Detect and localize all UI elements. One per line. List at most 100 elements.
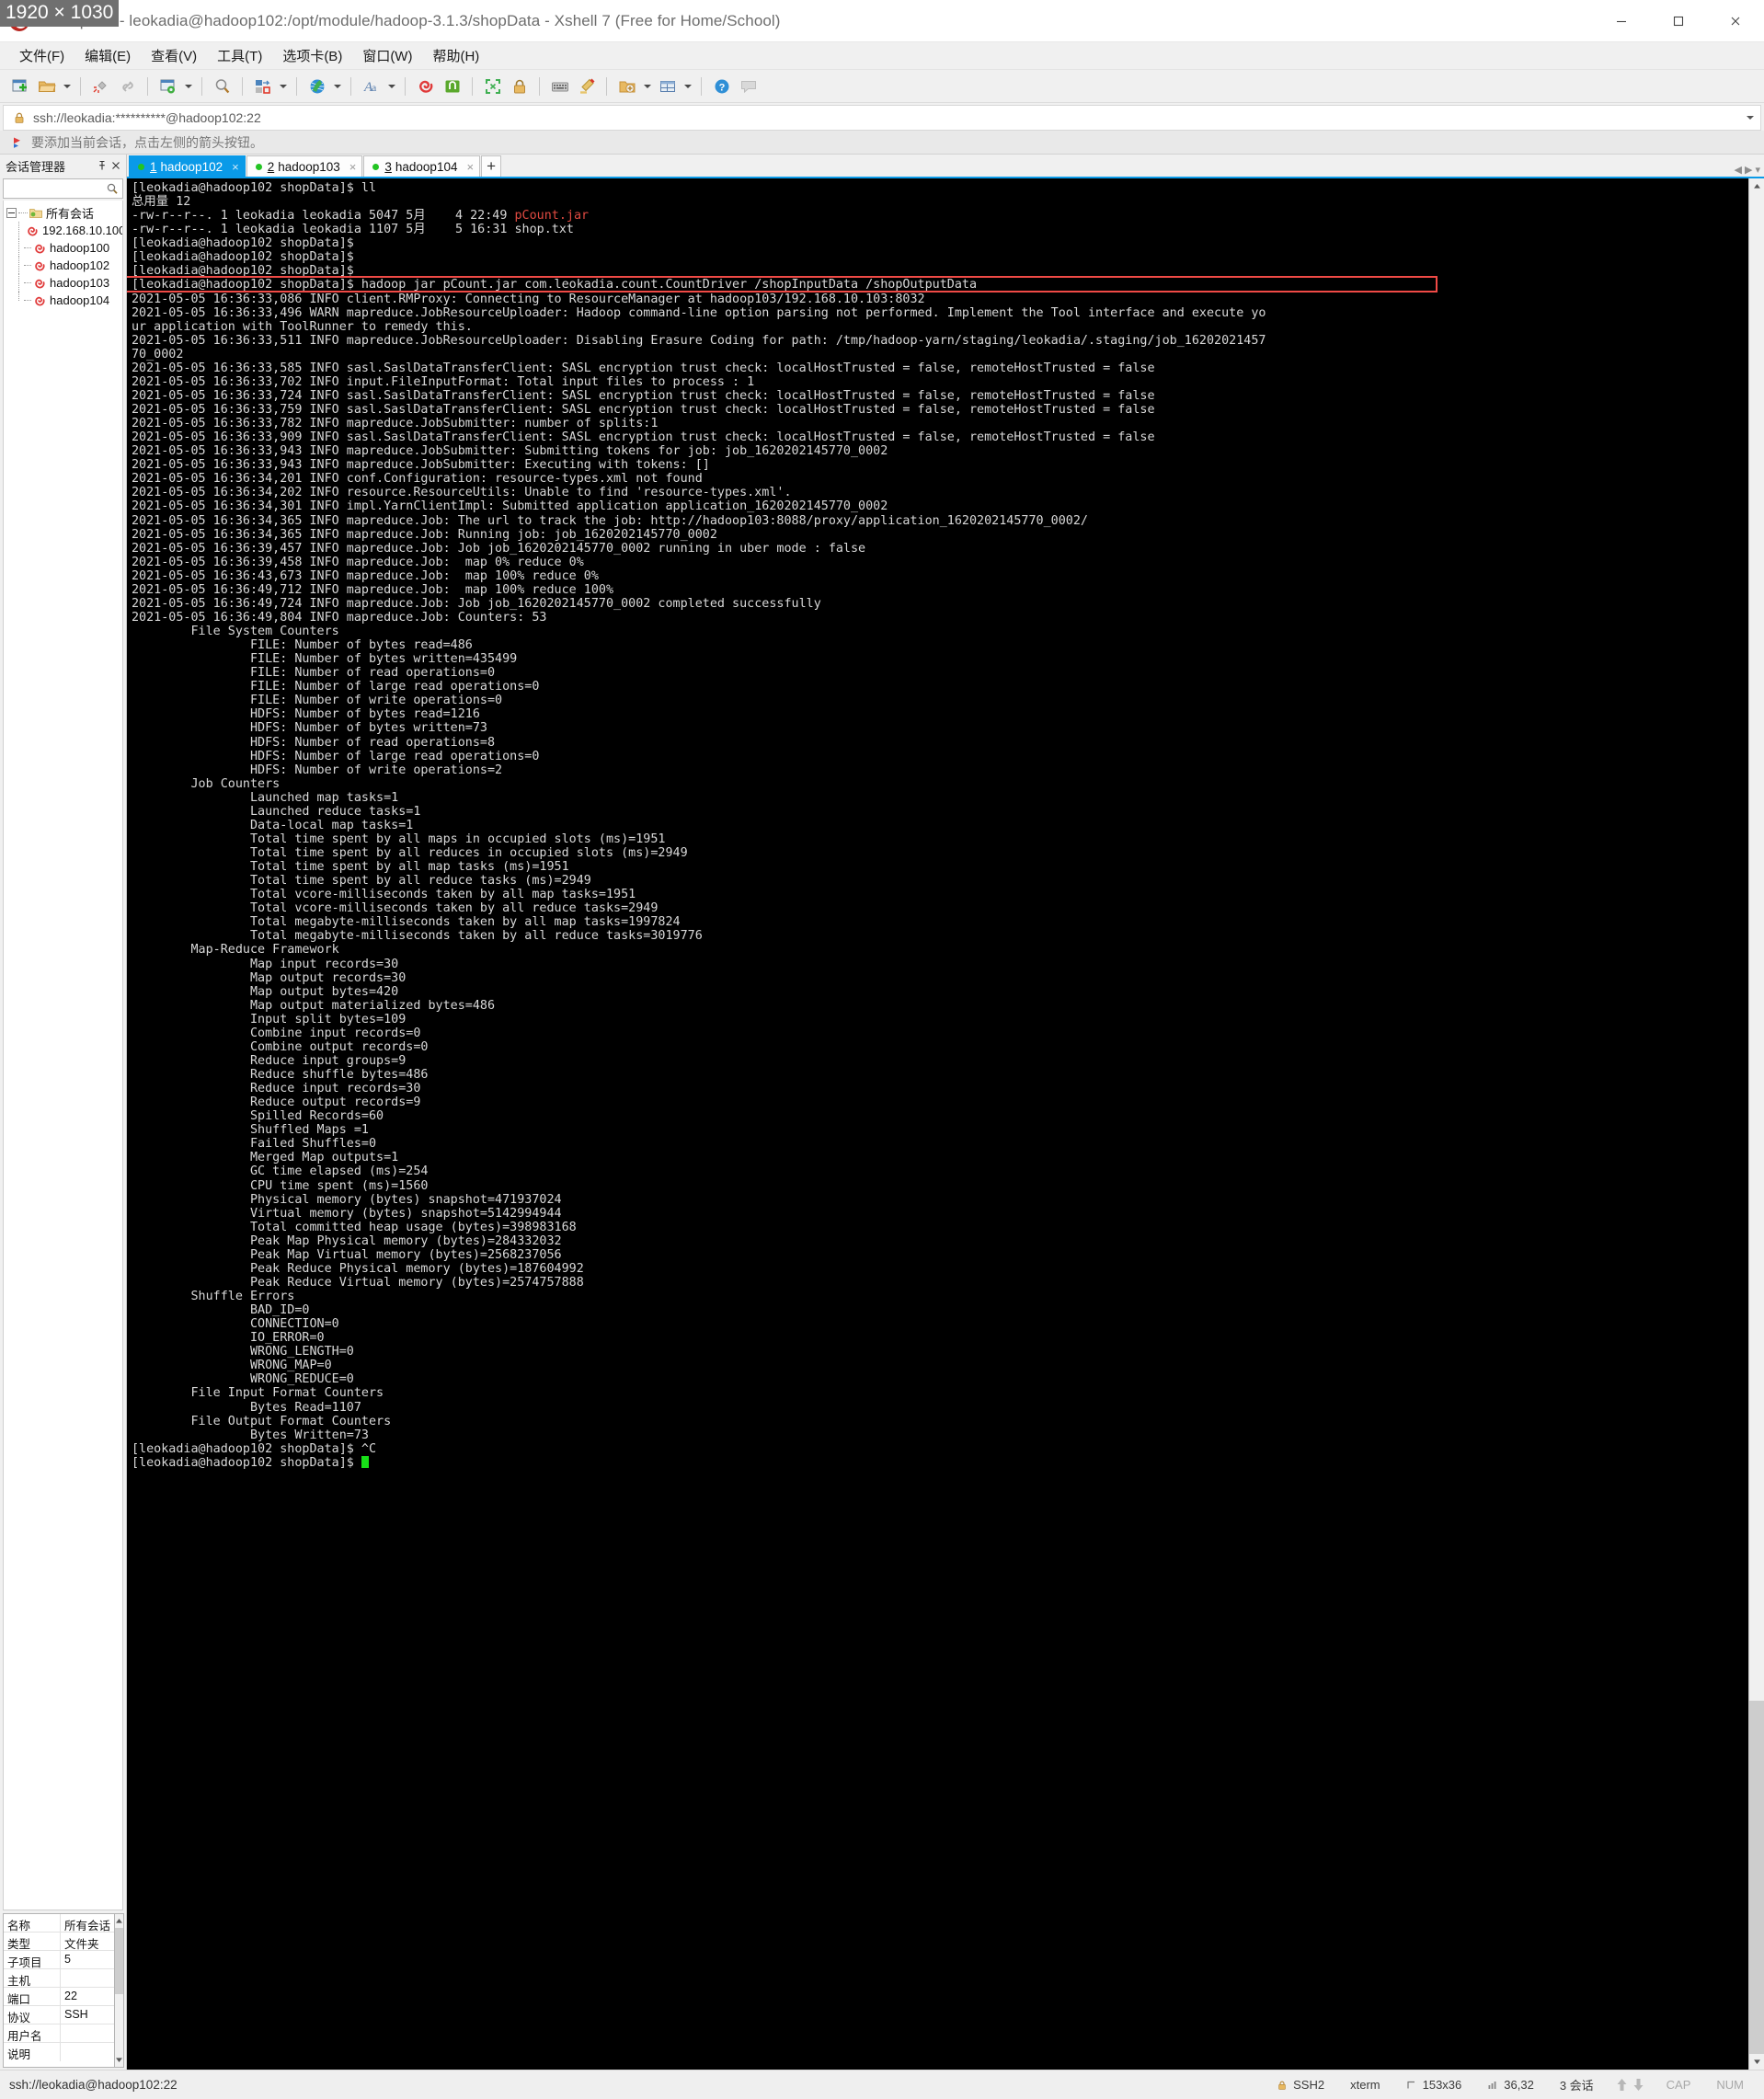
tab-hadoop102[interactable]: 1 hadoop102 × (129, 155, 246, 177)
title-bar: hadoop102 - leokadia@hadoop102:/opt/modu… (0, 0, 1764, 42)
new-session-icon[interactable] (7, 74, 32, 98)
terminal-line: Peak Reduce Virtual memory (bytes)=25747… (132, 1275, 584, 1290)
new-tab-button[interactable]: + (481, 155, 502, 177)
status-session-count: 3 会话 (1547, 2076, 1607, 2093)
close-icon[interactable] (1707, 0, 1764, 41)
help-icon[interactable]: ? (709, 74, 734, 98)
menu-window[interactable]: 窗口(W) (352, 43, 422, 68)
scroll-up-icon[interactable] (115, 1914, 124, 1928)
properties-table: 名称 所有会话 类型 文件夹 子项目 5 主机 端口 22 协议 SSH 用户名… (3, 1913, 116, 2068)
terminal-output[interactable]: [leokadia@hadoop102 shopData]$ ll 总用量 12-… (127, 178, 1748, 2070)
tab-scroll-right-icon[interactable]: ▶ (1745, 164, 1752, 176)
menu-tools[interactable]: 工具(T) (207, 43, 272, 68)
keyboard-icon[interactable] (547, 74, 572, 98)
transfer-icon[interactable] (250, 74, 275, 98)
status-protocol-label: SSH2 (1293, 2078, 1325, 2092)
minimize-icon[interactable] (1593, 0, 1650, 41)
xftp-icon[interactable] (440, 74, 464, 98)
toolbar-separator (350, 76, 351, 96)
terminal-line: [leokadia@hadoop102 shopData]$ ^C (132, 1441, 377, 1456)
add-tab-icon[interactable] (614, 74, 639, 98)
status-connection: ssh://leokadia@hadoop102:22 (9, 2078, 178, 2092)
terminal-line: Merged Map outputs=1 (132, 1151, 399, 1165)
terminal-line: HDFS: Number of bytes read=1216 (132, 707, 480, 722)
address-bar[interactable]: ssh://leokadia:**********@hadoop102:22 (3, 105, 1761, 131)
property-value: 22 (64, 1990, 77, 2002)
session-search-input[interactable] (3, 178, 123, 199)
font-icon[interactable]: A a (359, 74, 384, 98)
scroll-down-icon[interactable] (1749, 2054, 1764, 2070)
lock-icon[interactable] (507, 74, 532, 98)
terminal-line: Launched map tasks=1 (132, 790, 399, 805)
terminal-line: File Output Format Counters (132, 1414, 392, 1428)
xshell-icon[interactable] (413, 74, 438, 98)
fullscreen-icon[interactable] (480, 74, 505, 98)
scrollbar-thumb[interactable] (115, 1928, 124, 1994)
session-properties-icon[interactable] (155, 74, 180, 98)
layout-caret[interactable] (682, 74, 693, 98)
tab-scroll-left-icon[interactable]: ◀ (1735, 164, 1742, 176)
session-item-1[interactable]: hadoop100 (4, 239, 122, 257)
session-item-2[interactable]: hadoop102 (4, 257, 122, 274)
pin-icon[interactable] (95, 158, 109, 173)
search-icon[interactable] (210, 74, 235, 98)
collapse-icon[interactable] (6, 208, 17, 218)
scrollbar-thumb[interactable] (1749, 1701, 1764, 2054)
properties-scrollbar[interactable] (115, 1913, 125, 2068)
tab-list-icon[interactable]: ▾ (1755, 164, 1760, 176)
scrollbar-track[interactable] (1749, 194, 1764, 1701)
session-item-4[interactable]: hadoop104 (4, 292, 122, 309)
property-row: 协议 SSH (4, 2006, 115, 2024)
tree-connector (18, 257, 19, 274)
menu-tab[interactable]: 选项卡(B) (272, 43, 352, 68)
close-icon[interactable]: × (349, 160, 357, 174)
menu-file[interactable]: 文件(F) (9, 43, 74, 68)
size-icon (1406, 2080, 1417, 2091)
session-label: hadoop102 (50, 258, 110, 272)
comment-icon[interactable] (736, 74, 761, 98)
scrollbar-track[interactable] (115, 1994, 124, 2053)
terminal-scrollbar[interactable] (1748, 178, 1764, 2070)
session-properties-caret[interactable] (182, 74, 194, 98)
add-tab-caret[interactable] (641, 74, 653, 98)
open-folder-caret[interactable] (61, 74, 73, 98)
tree-root-all-sessions[interactable]: 所有会话 (4, 204, 122, 222)
close-icon[interactable]: × (232, 160, 239, 174)
tab-hadoop103[interactable]: 2 hadoop103 × (246, 155, 363, 177)
menu-view[interactable]: 查看(V) (141, 43, 207, 68)
close-icon[interactable]: × (466, 160, 474, 174)
transfer-caret[interactable] (277, 74, 289, 98)
globe-icon[interactable] (304, 74, 329, 98)
maximize-icon[interactable] (1650, 0, 1707, 41)
menu-edit[interactable]: 编辑(E) (74, 43, 141, 68)
terminal-line: Total megabyte-milliseconds taken by all… (132, 915, 681, 930)
open-folder-icon[interactable] (34, 74, 59, 98)
status-terminal-size-label: 153x36 (1422, 2078, 1462, 2092)
connect-icon[interactable] (115, 74, 140, 98)
terminal-line: Data-local map tasks=1 (132, 818, 414, 832)
font-caret[interactable] (385, 74, 397, 98)
tab-hadoop104[interactable]: 3 hadoop104 × (363, 155, 481, 177)
terminal-line: Total time spent by all reduce tasks (ms… (132, 874, 591, 889)
terminal-line: 2021-05-05 16:36:34,201 INFO conf.Config… (132, 472, 703, 487)
terminal-line: 2021-05-05 16:36:39,458 INFO mapreduce.J… (132, 555, 584, 569)
session-tree[interactable]: 所有会话 192.168.10.100 hadoop100 hadoop102 … (3, 201, 123, 1910)
terminal-line: Bytes Read=1107 (132, 1400, 361, 1415)
highlight-icon[interactable] (574, 74, 599, 98)
menu-help[interactable]: 帮助(H) (422, 43, 489, 68)
disconnect-icon[interactable] (88, 74, 113, 98)
terminal-line: HDFS: Number of read operations=8 (132, 735, 496, 750)
session-item-0[interactable]: 192.168.10.100 (4, 222, 122, 239)
session-item-3[interactable]: hadoop103 (4, 274, 122, 292)
layout-icon[interactable] (655, 74, 680, 98)
globe-caret[interactable] (331, 74, 343, 98)
scroll-up-icon[interactable] (1749, 178, 1764, 194)
chevron-down-icon[interactable] (1744, 106, 1757, 130)
terminal-line: Peak Reduce Physical memory (bytes)=1876… (132, 1261, 584, 1276)
terminal-line: [leokadia@hadoop102 shopData]$ hadoop ja… (132, 278, 978, 292)
session-label: hadoop103 (50, 276, 110, 290)
tree-connector (18, 239, 19, 257)
close-icon[interactable] (109, 158, 122, 173)
scroll-down-icon[interactable] (115, 2053, 124, 2067)
terminal-line: 2021-05-05 16:36:34,365 INFO mapreduce.J… (132, 513, 1088, 528)
